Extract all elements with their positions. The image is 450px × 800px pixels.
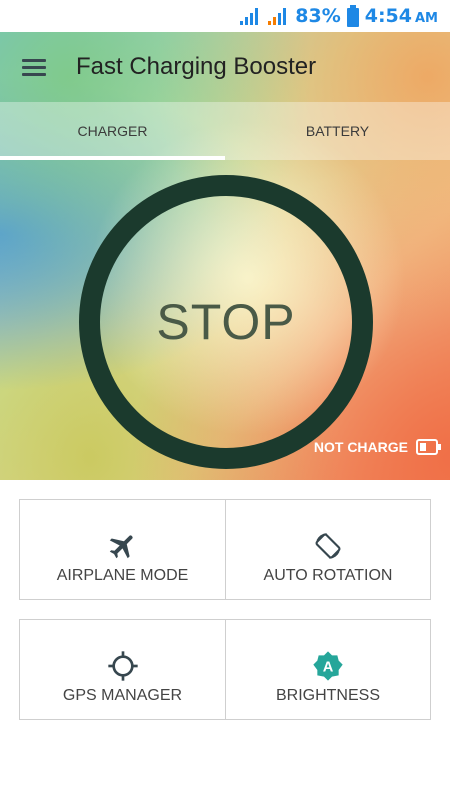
app-title: Fast Charging Booster xyxy=(76,53,317,80)
app-toolbar: Fast Charging Booster xyxy=(0,32,450,102)
charge-status-text: NOT CHARGE xyxy=(313,439,408,455)
airplane-mode-label: AIRPLANE MODE xyxy=(56,567,189,584)
gps-icon xyxy=(107,651,138,681)
svg-text:A: A xyxy=(323,659,334,675)
airplane-icon xyxy=(109,535,132,559)
gps-manager-label: GPS MANAGER xyxy=(62,687,183,704)
airplane-mode-tile[interactable]: AIRPLANE MODE xyxy=(19,499,226,600)
auto-rotation-label: AUTO ROTATION xyxy=(263,567,393,584)
status-bar: 83% 4:54 AM xyxy=(0,0,450,32)
brightness-icon: A xyxy=(313,651,343,681)
empty-battery-icon xyxy=(416,439,441,455)
battery-percent: 83% xyxy=(295,5,341,27)
tab-bar: CHARGER BATTERY xyxy=(0,102,450,160)
stop-button[interactable]: STOP xyxy=(79,175,373,469)
wifi-signal-icon xyxy=(240,8,259,25)
tab-charger[interactable]: CHARGER xyxy=(0,102,225,160)
rotation-icon xyxy=(315,533,341,559)
gps-manager-tile[interactable]: GPS MANAGER xyxy=(19,619,226,720)
time-text: 4:54 xyxy=(364,5,412,27)
hero-panel: Fast Charging Booster CHARGER BATTERY ST… xyxy=(0,32,450,480)
brightness-label: BRIGHTNESS xyxy=(275,687,380,704)
cell-signal-icon xyxy=(268,8,287,25)
brightness-tile[interactable]: A BRIGHTNESS xyxy=(225,619,431,720)
auto-rotation-tile[interactable]: AUTO ROTATION xyxy=(225,499,431,600)
menu-icon[interactable] xyxy=(22,57,48,77)
tab-battery[interactable]: BATTERY xyxy=(225,102,450,160)
battery-icon xyxy=(346,5,359,27)
clock: 4:54 AM xyxy=(365,5,438,27)
stop-label: STOP xyxy=(156,294,296,350)
charge-status: NOT CHARGE xyxy=(314,439,442,455)
time-ampm: AM xyxy=(415,11,438,26)
